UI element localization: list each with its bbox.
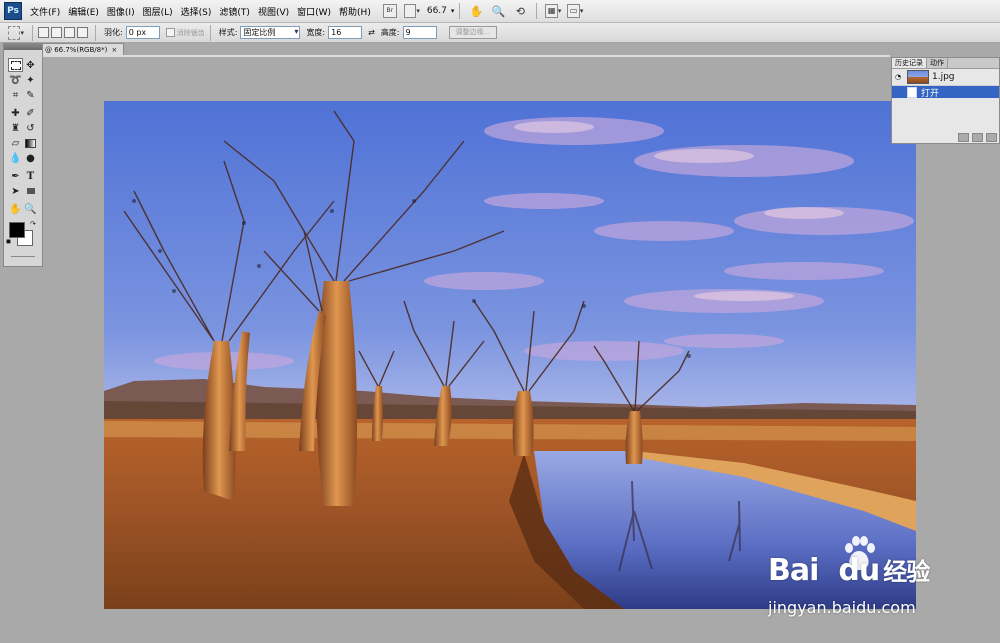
new-selection-icon[interactable] <box>38 27 49 38</box>
screen-mode-icon[interactable]: ▾ <box>403 3 420 19</box>
zoom-level[interactable]: 66.7 <box>427 6 447 16</box>
feather-input[interactable]: 0 px <box>125 26 160 39</box>
clone-stamp-icon[interactable]: ♜ <box>8 121 23 135</box>
width-label: 宽度: <box>306 28 326 37</box>
magic-wand-icon[interactable]: ✦ <box>23 73 38 87</box>
blur-icon[interactable]: 💧 <box>8 151 23 165</box>
history-state-label: 打开 <box>921 88 940 99</box>
crop-icon[interactable]: ⌗ <box>8 88 23 102</box>
intersect-selection-icon[interactable] <box>77 27 88 38</box>
tools-panel-header[interactable] <box>4 44 42 50</box>
menu-help[interactable]: 帮助(H) <box>339 5 377 18</box>
landscape-photo <box>104 101 916 609</box>
marquee-preset-icon[interactable]: ▾ <box>8 25 24 41</box>
swap-colors-icon[interactable]: ↷ <box>30 220 36 228</box>
menu-edit[interactable]: 编辑(E) <box>68 5 105 18</box>
menu-select[interactable]: 选择(S) <box>181 5 218 18</box>
snapshot-label: 1.jpg <box>932 72 955 82</box>
history-panel-footer <box>955 133 997 142</box>
style-select[interactable]: 固定比例 <box>240 26 301 39</box>
menu-bar: Ps 文件(F) 编辑(E) 图像(I) 图层(L) 选择(S) 滤镜(T) 视… <box>0 0 1000 23</box>
antialias-label: 消除锯齿 <box>176 28 205 37</box>
history-panel: 历史记录 动作 ◔ 1.jpg 打开 <box>891 57 1000 144</box>
height-label: 高度: <box>380 28 400 37</box>
history-brush-icon[interactable]: ↺ <box>23 121 38 135</box>
type-icon[interactable]: T <box>23 169 38 183</box>
menu-window[interactable]: 窗口(W) <box>297 5 337 18</box>
default-colors-icon[interactable]: ◼ <box>6 238 11 245</box>
menu-layer[interactable]: 图层(L) <box>143 5 179 18</box>
menu-file[interactable]: 文件(F) <box>30 5 66 18</box>
delete-state-icon[interactable] <box>986 133 997 142</box>
new-snapshot-icon[interactable] <box>972 133 983 142</box>
history-snapshot[interactable]: ◔ 1.jpg <box>892 69 999 86</box>
tools-panel: ✥ ➰ ✦ ⌗ ✎ ✚ ✐ ♜ ↺ ▱ 💧 ● ✒ T ➤ ✋ 🔍 ◼ ↷ <box>3 43 43 267</box>
swap-icon[interactable]: ⇄ <box>368 28 375 37</box>
options-separator <box>95 24 96 41</box>
subtract-selection-icon[interactable] <box>64 27 75 38</box>
history-panel-tabs: 历史记录 动作 <box>892 58 999 69</box>
history-state-row[interactable]: 打开 <box>892 86 999 99</box>
photoshop-logo: Ps <box>4 2 22 20</box>
height-input[interactable]: 9 <box>402 26 437 39</box>
menu-view[interactable]: 视图(V) <box>258 5 295 18</box>
close-icon[interactable]: × <box>111 46 117 54</box>
options-separator <box>32 24 33 41</box>
screen-mode-dropdown-icon[interactable]: ▭ ▾ <box>567 3 583 19</box>
menu-image[interactable]: 图像(I) <box>107 5 141 18</box>
eyedropper-icon[interactable]: ✎ <box>23 88 38 102</box>
rotate-view-icon[interactable]: ⟲ <box>512 3 528 19</box>
bridge-icon[interactable]: Br <box>382 3 398 19</box>
document-tab-strip <box>41 55 890 57</box>
hand-tool-icon[interactable]: ✋ <box>8 202 23 216</box>
brush-icon[interactable]: ✐ <box>23 106 38 120</box>
eraser-icon[interactable]: ▱ <box>8 136 23 150</box>
menu-filter[interactable]: 滤镜(T) <box>219 5 256 18</box>
document-state-icon <box>907 86 917 98</box>
zoom-icon[interactable]: 🔍 <box>490 3 506 19</box>
path-selection-icon[interactable]: ➤ <box>8 184 23 198</box>
new-document-from-state-icon[interactable] <box>958 133 969 142</box>
dodge-icon[interactable]: ● <box>23 151 38 165</box>
brush-source-icon[interactable]: ◔ <box>895 73 904 82</box>
options-separator <box>209 24 211 41</box>
move-icon[interactable]: ✥ <box>23 58 38 72</box>
brush-source-icon[interactable] <box>895 88 904 97</box>
add-selection-icon[interactable] <box>51 27 62 38</box>
antialias-checkbox[interactable] <box>165 28 175 37</box>
healing-brush-icon[interactable]: ✚ <box>8 106 23 120</box>
arrange-docs-icon[interactable]: ▦ ▾ <box>545 3 561 19</box>
lasso-icon[interactable]: ➰ <box>8 73 23 87</box>
document-canvas[interactable] <box>104 101 916 609</box>
style-label: 样式: <box>218 28 238 37</box>
quick-mask-divider <box>11 256 35 257</box>
hand-icon[interactable]: ✋ <box>468 3 484 19</box>
color-swatches: ◼ ↷ <box>4 220 42 250</box>
pen-icon[interactable]: ✒ <box>8 169 23 183</box>
tab-actions[interactable]: 动作 <box>927 58 948 68</box>
rectangle-shape-icon[interactable] <box>23 184 38 198</box>
tab-history[interactable]: 历史记录 <box>892 58 927 68</box>
refine-edge-button[interactable]: 调整边缘... <box>448 26 498 39</box>
chevron-down-icon[interactable]: ▾ <box>451 7 455 15</box>
gradient-icon[interactable] <box>23 136 38 150</box>
document-title: @ 66.7%(RGB/8*) <box>45 46 108 54</box>
foreground-color-swatch[interactable] <box>9 222 25 238</box>
rectangular-marquee-icon[interactable] <box>8 58 23 72</box>
toolbar-separator <box>536 3 538 19</box>
zoom-tool-icon[interactable]: 🔍 <box>23 202 38 216</box>
width-input[interactable]: 16 <box>328 26 363 39</box>
snapshot-thumbnail <box>907 70 929 84</box>
options-bar: ▾ 羽化: 0 px 消除锯齿 样式: 固定比例 宽度: 16 ⇄ 高度: 9 … <box>0 23 1000 43</box>
feather-label: 羽化: <box>104 28 123 37</box>
toolbar-separator <box>459 3 461 19</box>
